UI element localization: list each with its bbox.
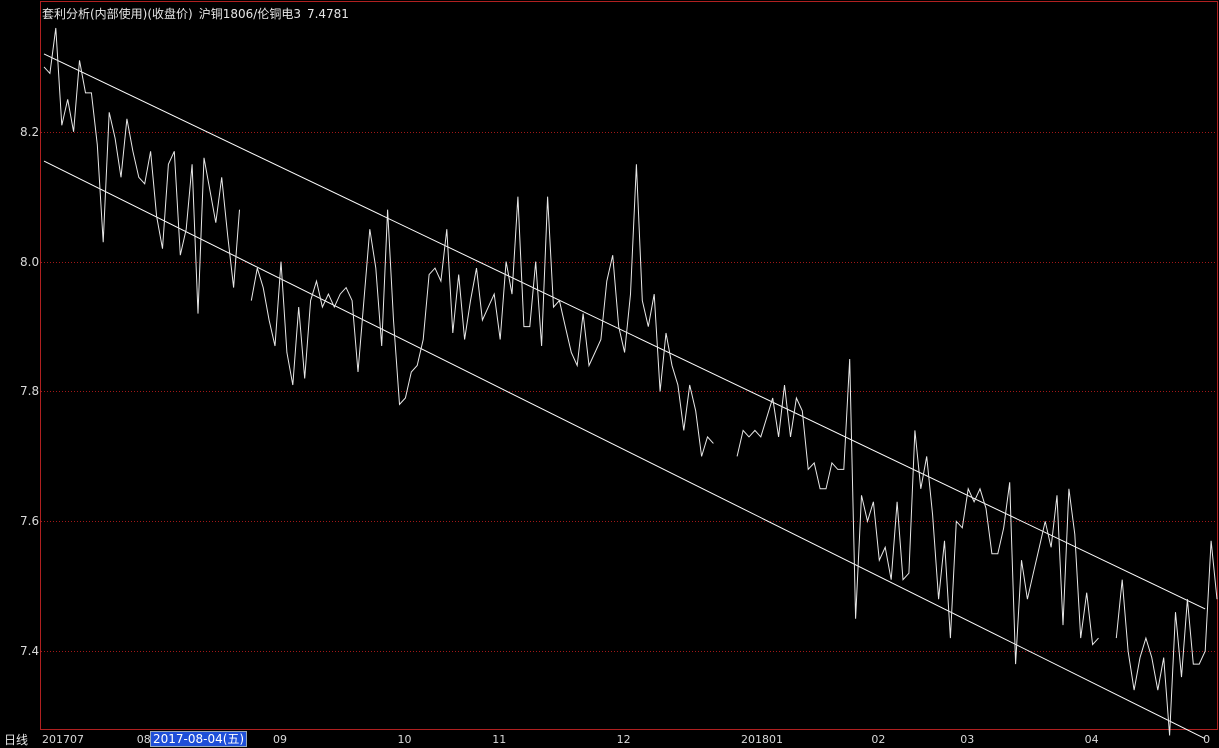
channel-line <box>43 53 1206 610</box>
chart-title: 套利分析(内部使用)(收盘价) 沪铜1806/伦铜电3 7.4781 <box>42 5 355 22</box>
x-tick-label: 12 <box>616 733 631 746</box>
trend-channel <box>43 53 1206 740</box>
x-tick-label: 201707 <box>42 733 84 746</box>
chart-canvas[interactable] <box>0 0 1219 745</box>
x-tick-label: 11 <box>492 733 507 746</box>
y-tick-label: 7.4 <box>20 643 40 658</box>
analysis-title: 套利分析(内部使用)(收盘价) <box>42 7 193 21</box>
x-tick-label: 04 <box>1084 733 1099 746</box>
period-label[interactable]: 日线 <box>4 731 28 748</box>
series-line <box>43 27 1218 736</box>
x-tick-label: 08 <box>136 733 151 746</box>
y-tick-label: 7.8 <box>20 383 40 398</box>
x-tick-label: 10 <box>397 733 412 746</box>
x-tick-label: 02 <box>871 733 886 746</box>
channel-line <box>43 160 1206 740</box>
x-tick-label: 201801 <box>741 733 784 746</box>
chart-frame <box>40 1 1218 730</box>
x-tick-label: 09 <box>273 733 288 746</box>
y-tick-label: 8.2 <box>20 124 40 139</box>
x-tick-label: 0 <box>1203 733 1211 746</box>
x-tick-label: 03 <box>960 733 975 746</box>
pair-name: 沪铜1806/伦铜电3 <box>198 7 301 21</box>
y-tick-label: 7.6 <box>20 513 40 528</box>
y-tick-label: 8.0 <box>20 254 40 269</box>
last-value: 7.4781 <box>306 7 349 21</box>
